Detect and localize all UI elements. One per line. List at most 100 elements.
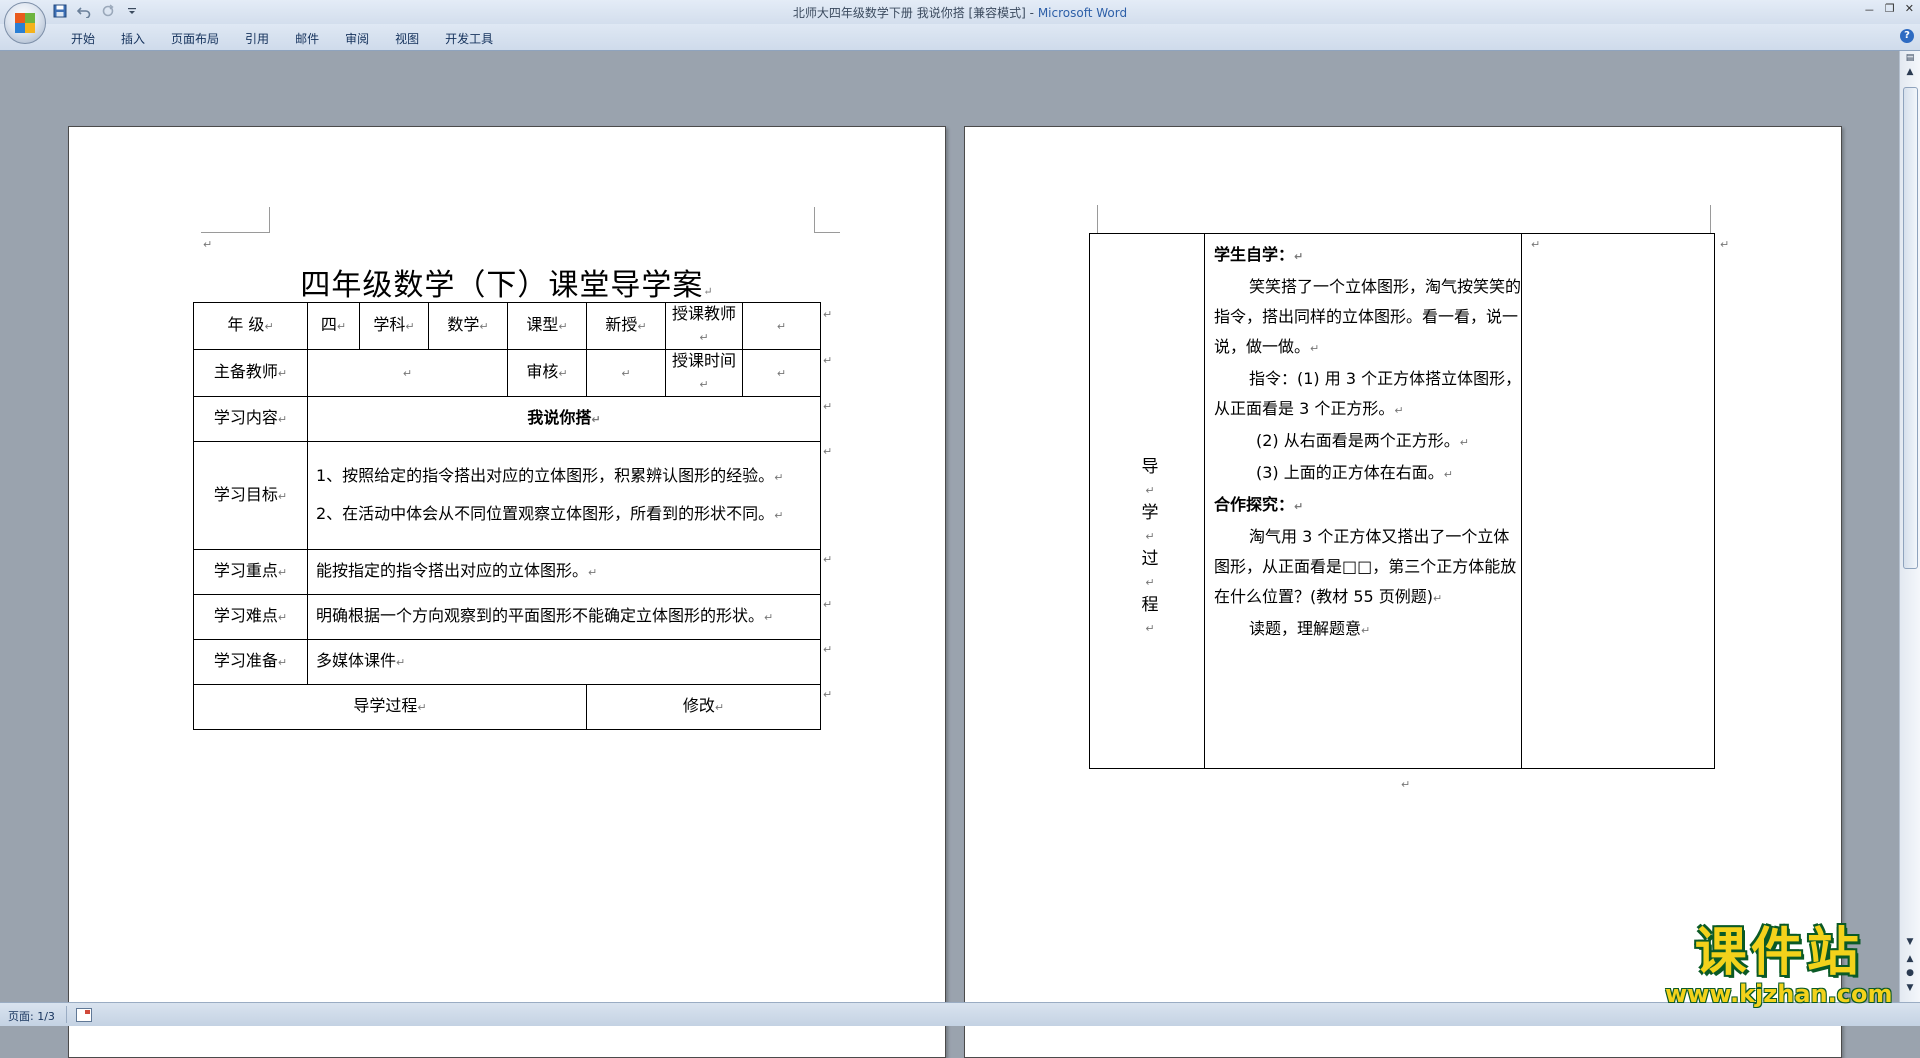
- crop-mark: [1097, 205, 1099, 233]
- row-end-mark: ↵: [1720, 238, 1730, 251]
- coop-heading: 合作探究：↵: [1214, 495, 1304, 514]
- subject-value: 数学↵: [428, 302, 508, 350]
- restore-button[interactable]: ❐: [1885, 2, 1895, 18]
- help-icon[interactable]: ?: [1900, 29, 1914, 43]
- goal-item: 2、在活动中体会从不同位置观察立体图形，所看到的形状不同。↵: [316, 503, 784, 523]
- lesson-info-table: 年 级↵ 四↵ 学科↵ 数学↵ 课型↵ 新授↵ 授课教师↵ ↵ 主备教师↵ ↵ …: [193, 302, 821, 730]
- scroll-up-icon[interactable]: ▲: [1904, 67, 1916, 77]
- table-row: 主备教师↵ ↵ 审核↵ ↵ 授课时间↵ ↵: [193, 349, 821, 397]
- next-page-icon[interactable]: ▼: [1904, 983, 1916, 993]
- table-row: 学习内容↵ 我说你搭↵: [193, 396, 821, 442]
- ribbon-tab[interactable]: 页面布局: [158, 30, 232, 47]
- teacher-label: 授课教师↵: [665, 302, 743, 350]
- office-button[interactable]: [4, 2, 46, 44]
- app-name: Microsoft Word: [1037, 6, 1128, 20]
- scroll-down-icon[interactable]: ▼: [1904, 937, 1916, 947]
- grade-value: 四↵: [307, 302, 360, 350]
- crop-mark: [201, 207, 270, 233]
- prep-value: 多媒体课件↵: [307, 639, 821, 685]
- instruction-1: 指令：(1) 用 3 个正方体搭立体图形，从正面看是 3 个正方形。↵: [1214, 369, 1522, 418]
- row-end-mark: ↵: [823, 553, 833, 566]
- ribbon-tab[interactable]: 邮件: [282, 30, 332, 47]
- table-row: 学习难点↵ 明确根据一个方向观察到的平面图形不能确定立体图形的形状。↵: [193, 594, 821, 640]
- subject-label: 学科↵: [359, 302, 429, 350]
- document-workspace[interactable]: ↵ 四年级数学（下）课堂导学案↵ 年 级↵ 四↵ 学科↵ 数学↵ 课型↵ 新授↵…: [0, 51, 1900, 1058]
- page-1[interactable]: ↵ 四年级数学（下）课堂导学案↵ 年 级↵ 四↵ 学科↵ 数学↵ 课型↵ 新授↵…: [68, 126, 946, 1058]
- previous-page-icon[interactable]: ▲: [1904, 954, 1916, 964]
- prep-label: 学习准备↵: [193, 639, 308, 685]
- goal-value: 1、按照给定的指令搭出对应的立体图形，积累辨认图形的经验。↵ 2、在活动中体会从…: [307, 441, 821, 550]
- ribbon-tab[interactable]: 开始: [58, 30, 108, 47]
- process-table: 导↵ 学↵ 过↵ 程↵ 学生自学：↵ 笑笑搭了一个立体图形，淘气按笑笑的指令，搭…: [1089, 233, 1729, 769]
- content-value: 我说你搭↵: [307, 396, 821, 442]
- paragraph-mark: ↵: [203, 238, 213, 251]
- row-end-mark: ↵: [823, 643, 833, 656]
- review-label: 审核↵: [507, 349, 587, 397]
- row-end-mark: ↵: [823, 445, 833, 458]
- status-separator: [66, 1006, 67, 1023]
- ribbon-tab[interactable]: 开发工具: [432, 30, 506, 47]
- close-button[interactable]: ✕: [1905, 2, 1914, 18]
- lead-teacher-value: ↵: [307, 349, 508, 397]
- content-label: 学习内容↵: [193, 396, 308, 442]
- table-row: 学习重点↵ 能按指定的指令搭出对应的立体图形。↵: [193, 549, 821, 595]
- cell-end-mark: ↵: [1531, 238, 1541, 251]
- site-watermark: 课件站 www.kjzhan.com: [1665, 925, 1892, 1007]
- grade-label: 年 级↵: [193, 302, 308, 350]
- lesson-type-value: 新授↵: [586, 302, 666, 350]
- difficulty-label: 学习难点↵: [193, 594, 308, 640]
- page-indicator[interactable]: 页面: 1/3: [8, 1008, 55, 1024]
- watermark-url: www.kjzhan.com: [1665, 980, 1893, 1008]
- ribbon-tab[interactable]: 审阅: [332, 30, 382, 47]
- office-logo-icon: [15, 13, 35, 33]
- ribbon-tab[interactable]: 视图: [382, 30, 432, 47]
- instruction-3: (3) 上面的正方体在右面。↵: [1256, 463, 1453, 482]
- review-value: ↵: [586, 349, 666, 397]
- row-end-mark: ↵: [823, 308, 833, 321]
- table-row: 学习目标↵ 1、按照给定的指令搭出对应的立体图形，积累辨认图形的经验。↵ 2、在…: [193, 441, 821, 550]
- ribbon-tabs: 开始 插入 页面布局 引用 邮件 审阅 视图 开发工具: [58, 30, 506, 47]
- self-study-heading: 学生自学：↵: [1214, 245, 1304, 264]
- window-title: 北师大四年级数学下册 我说你搭 [兼容模式] - Microsoft Word: [0, 4, 1920, 21]
- select-browse-object-icon[interactable]: ●: [1904, 968, 1916, 978]
- vertical-scrollbar[interactable]: ▤ ▲ ▼ ▲ ● ▼: [1899, 51, 1920, 1002]
- column-label: 导↵ 学↵ 过↵ 程↵: [1141, 457, 1159, 635]
- goal-label: 学习目标↵: [193, 441, 308, 550]
- lead-teacher-label: 主备教师↵: [193, 349, 308, 397]
- title-bar: 北师大四年级数学下册 我说你搭 [兼容模式] - Microsoft Word …: [0, 0, 1920, 24]
- window-controls: － ❐ ✕: [1864, 2, 1914, 18]
- ribbon-tab[interactable]: 引用: [232, 30, 282, 47]
- table-row: 年 级↵ 四↵ 学科↵ 数学↵ 课型↵ 新授↵ 授课教师↵ ↵: [193, 302, 821, 350]
- goal-item: 1、按照给定的指令搭出对应的立体图形，积累辨认图形的经验。↵: [316, 465, 784, 485]
- ribbon-tab[interactable]: 插入: [108, 30, 158, 47]
- crop-mark: [814, 207, 840, 233]
- watermark-logo: 课件站: [1694, 923, 1863, 983]
- page-title: 四年级数学（下）课堂导学案↵: [300, 268, 714, 303]
- ruler-toggle-icon[interactable]: ▤: [1904, 53, 1916, 63]
- paragraph-mark: ↵: [1401, 778, 1411, 791]
- difficulty-value: 明确根据一个方向观察到的平面图形不能确定立体图形的形状。↵: [307, 594, 821, 640]
- process-content: 学生自学：↵ 笑笑搭了一个立体图形，淘气按笑笑的指令，搭出同样的立体图形。看一看…: [1214, 240, 1524, 646]
- teacher-value: ↵: [742, 302, 821, 350]
- lesson-type-label: 课型↵: [507, 302, 587, 350]
- revise-header: 修改↵: [586, 684, 821, 730]
- self-study-text: 笑笑搭了一个立体图形，淘气按笑笑的指令，搭出同样的立体图形。看一看，说一说，做一…: [1214, 277, 1522, 356]
- status-bar: 页面: 1/3: [0, 1002, 1920, 1026]
- lesson-time-label: 授课时间↵: [665, 349, 743, 397]
- lesson-time-value: ↵: [742, 349, 821, 397]
- macro-recording-icon[interactable]: [76, 1008, 92, 1022]
- scroll-thumb[interactable]: [1903, 87, 1918, 569]
- row-end-mark: ↵: [823, 354, 833, 367]
- document-title: 北师大四年级数学下册 我说你搭 [兼容模式] -: [792, 6, 1038, 20]
- process-header: 导学过程↵: [193, 684, 587, 730]
- minimize-button[interactable]: －: [1864, 2, 1875, 18]
- ribbon-tab-bar: 开始 插入 页面布局 引用 邮件 审阅 视图 开发工具 ?: [0, 24, 1920, 51]
- coop-text: 淘气用 3 个正方体又搭出了一个立体图形，从正面看是□□，第三个正方体能放在什么…: [1214, 527, 1517, 606]
- column-divider: [1204, 234, 1205, 768]
- read-text: 读题，理解题意↵: [1249, 619, 1371, 638]
- instruction-2: (2) 从右面看是两个正方形。↵: [1256, 431, 1469, 450]
- crop-mark: [1710, 205, 1712, 233]
- page-2[interactable]: 导↵ 学↵ 过↵ 程↵ 学生自学：↵ 笑笑搭了一个立体图形，淘气按笑笑的指令，搭…: [964, 126, 1842, 1058]
- row-end-mark: ↵: [823, 400, 833, 413]
- row-end-mark: ↵: [823, 598, 833, 611]
